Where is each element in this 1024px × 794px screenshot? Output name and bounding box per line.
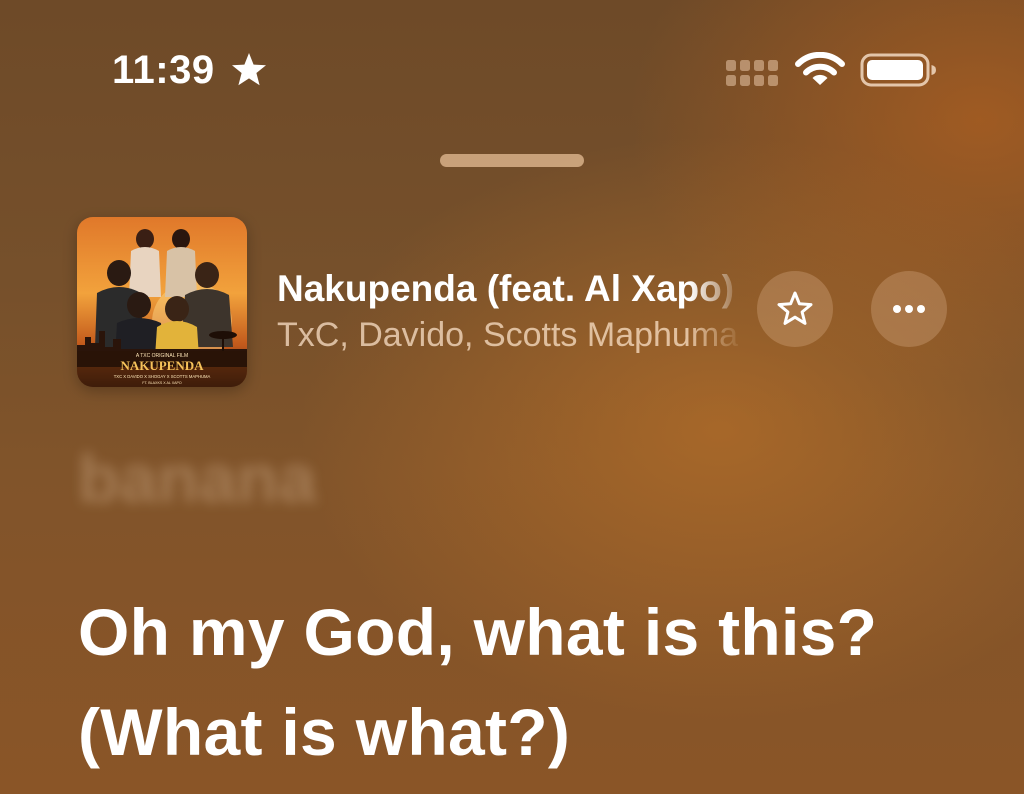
star-outline-icon bbox=[777, 291, 813, 325]
lyric-line-current[interactable]: Oh my God, what is this? (What is what?) bbox=[78, 582, 978, 782]
lyric-line-previous[interactable]: banana bbox=[78, 440, 316, 518]
album-artwork[interactable]: A TXC ORIGINAL FILM NAKUPENDA TXC X DAVI… bbox=[77, 217, 247, 387]
more-options-button[interactable] bbox=[871, 271, 947, 347]
wifi-icon bbox=[795, 52, 845, 85]
cellular-dots-icon bbox=[726, 60, 778, 86]
battery-full-icon bbox=[860, 53, 936, 87]
album-artwork-image: A TXC ORIGINAL FILM NAKUPENDA TXC X DAVI… bbox=[77, 217, 247, 387]
star-icon bbox=[232, 53, 266, 86]
status-time: 11:39 bbox=[112, 48, 215, 92]
status-bar: 11:39 bbox=[0, 0, 1024, 140]
track-title: Nakupenda (feat. Al Xapo) bbox=[277, 268, 735, 309]
track-artist: TxC, Davido, Scotts Maphuma bbox=[277, 316, 739, 354]
track-info[interactable]: Nakupenda (feat. Al Xapo) TxC, Davido, S… bbox=[277, 265, 745, 357]
ellipsis-icon bbox=[893, 305, 925, 313]
sheet-grabber[interactable] bbox=[440, 154, 584, 167]
favorite-button[interactable] bbox=[757, 271, 833, 347]
album-artwork-credits: TXC X DAVIDO X SHOGAY X SCOTTS MAPHUMA bbox=[114, 374, 211, 379]
album-artwork-featuring: FT. BLAXKS X AL XAPO bbox=[142, 381, 182, 385]
album-artwork-title: NAKUPENDA bbox=[120, 358, 204, 373]
